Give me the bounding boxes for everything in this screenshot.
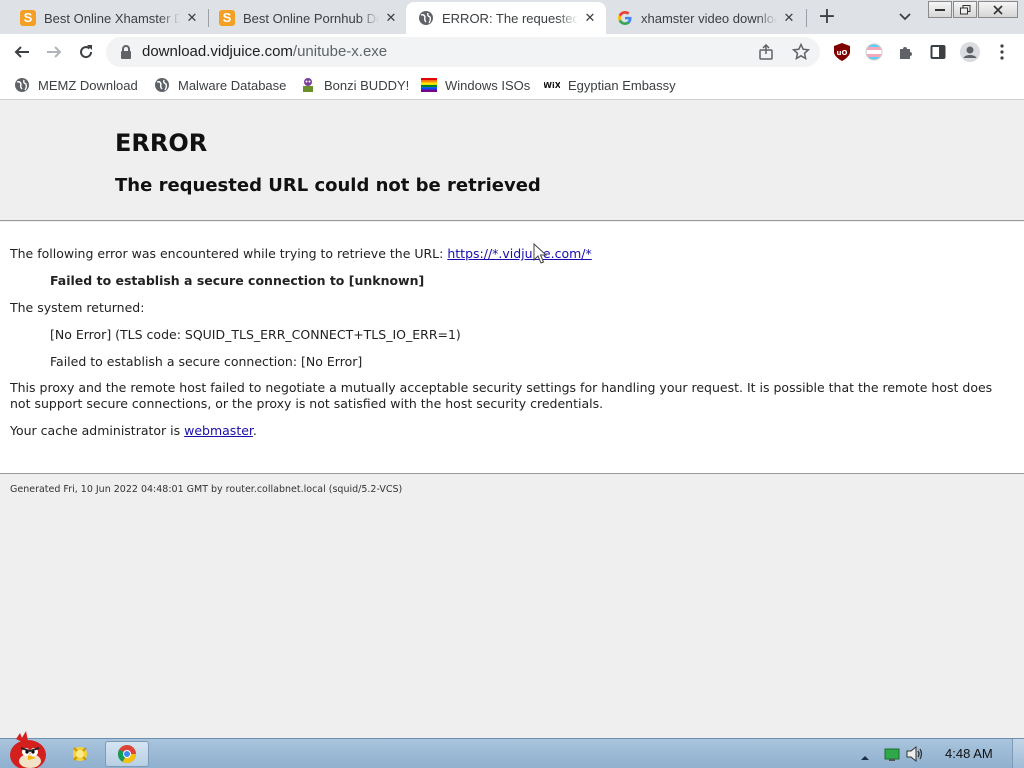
- bookmark-windows-isos[interactable]: Windows ISOs: [421, 76, 530, 94]
- new-tab-button[interactable]: +: [815, 6, 839, 30]
- bonzi-taskbar-icon: [73, 747, 87, 761]
- chrome-icon: [117, 745, 136, 764]
- globe-icon: [154, 77, 170, 93]
- rainbow-flag-icon: [421, 77, 437, 93]
- error-explanation: This proxy and the remote host failed to…: [10, 380, 993, 411]
- taskbar-bonzi-app[interactable]: [58, 741, 102, 767]
- bookmarks-bar: MEMZ Download Malware Database Bonzi BUD…: [0, 70, 1024, 100]
- tab-xhamster-downloader[interactable]: S Best Online Xhamster Do ✕: [8, 2, 208, 34]
- wix-icon: WiX: [544, 77, 560, 93]
- taskbar-chrome[interactable]: [105, 741, 149, 767]
- bookmark-label: Malware Database: [178, 77, 287, 93]
- webmaster-link[interactable]: webmaster: [184, 423, 253, 438]
- close-window-button[interactable]: [978, 1, 1018, 18]
- error-subtitle: The requested URL could not be retrieved: [115, 175, 541, 196]
- bookmark-label: Windows ISOs: [445, 77, 531, 93]
- globe-icon: [14, 77, 30, 93]
- error-footer: Generated Fri, 10 Jun 2022 04:48:01 GMT …: [10, 484, 403, 495]
- globe-icon: [418, 10, 434, 26]
- extensions-puzzle-icon[interactable]: [894, 40, 918, 64]
- google-icon: [617, 10, 633, 26]
- forward-icon[interactable]: [42, 40, 66, 64]
- browser-toolbar: download.vidjuice.com/unitube-x.exe uO: [0, 34, 1024, 70]
- bookmark-memz-download[interactable]: MEMZ Download: [14, 76, 138, 94]
- mouse-cursor-icon: [533, 243, 547, 264]
- back-icon[interactable]: [10, 40, 34, 64]
- menu-kebab-icon[interactable]: [990, 40, 1014, 64]
- url-path: /unitube-x.exe: [292, 43, 388, 60]
- url-text: download.vidjuice.com/unitube-x.exe: [142, 43, 387, 60]
- minimize-button[interactable]: [928, 1, 952, 18]
- svg-text:WiX: WiX: [544, 81, 560, 90]
- cache-admin-suffix: .: [252, 423, 257, 438]
- bookmark-label: MEMZ Download: [38, 77, 138, 93]
- address-bar[interactable]: download.vidjuice.com/unitube-x.exe: [106, 37, 820, 67]
- tab-pornhub-downloader[interactable]: S Best Online Pornhub Dow ✕: [207, 2, 407, 34]
- tls-error-code: [No Error] (TLS code: SQUID_TLS_ERR_CONN…: [50, 327, 461, 342]
- lock-icon[interactable]: [118, 44, 134, 60]
- tab-title: Best Online Pornhub Dow: [243, 10, 379, 26]
- requested-url-link[interactable]: https://*.vidjuice.com/*: [447, 246, 591, 261]
- svg-text:uO: uO: [837, 49, 848, 57]
- tab-title: xhamster video downloade: [641, 10, 777, 26]
- close-icon[interactable]: ✕: [582, 10, 598, 26]
- bonzi-icon: [300, 77, 316, 93]
- secure-connection-failed: Failed to establish a secure connection:…: [50, 354, 363, 369]
- angry-bird-start-icon[interactable]: [4, 729, 50, 768]
- show-desktop-button[interactable]: [1012, 739, 1024, 768]
- side-panel-icon[interactable]: [926, 40, 950, 64]
- tab-google-search[interactable]: xhamster video downloade ✕: [605, 2, 805, 34]
- show-hidden-icons-icon[interactable]: [860, 748, 870, 767]
- error-header: ERROR The requested URL could not be ret…: [0, 101, 1024, 221]
- taskbar-clock[interactable]: 4:48 AM: [945, 746, 993, 761]
- error-intro-text: The following error was encountered whil…: [10, 246, 448, 261]
- maximize-button[interactable]: [953, 1, 977, 18]
- tab-search-icon[interactable]: [894, 6, 916, 28]
- tab-error-page[interactable]: ERROR: The requested URL ✕: [406, 2, 606, 34]
- system-returned-label: The system returned:: [10, 300, 145, 315]
- bookmark-label: Bonzi BUDDY!: [324, 77, 410, 93]
- bookmark-malware-database[interactable]: Malware Database: [154, 76, 286, 94]
- taskbar: 4:48 AM: [0, 731, 1024, 768]
- share-icon[interactable]: [758, 43, 774, 64]
- error-title: ERROR: [115, 129, 208, 157]
- tab-title: ERROR: The requested URL: [442, 10, 578, 26]
- reload-icon[interactable]: [74, 40, 98, 64]
- error-failure-message: Failed to establish a secure connection …: [50, 273, 425, 288]
- tab-separator: [806, 9, 807, 27]
- close-icon[interactable]: ✕: [383, 10, 399, 26]
- error-page: ERROR The requested URL could not be ret…: [0, 101, 1024, 738]
- cache-admin-line: Your cache administrator is webmaster.: [10, 423, 257, 438]
- bookmark-egyptian-embassy[interactable]: WiX Egyptian Embassy: [544, 76, 676, 94]
- close-icon[interactable]: ✕: [781, 10, 797, 26]
- bookmark-label: Egyptian Embassy: [568, 77, 676, 93]
- bookmark-star-icon[interactable]: [791, 42, 811, 65]
- cache-admin-text: Your cache administrator is: [10, 423, 185, 438]
- tab-strip: S Best Online Xhamster Do ✕ S Best Onlin…: [0, 0, 1024, 34]
- bookmark-bonzi-buddy[interactable]: Bonzi BUDDY!: [300, 76, 409, 94]
- s-icon: S: [20, 10, 36, 26]
- url-domain: download.vidjuice.com: [142, 43, 293, 60]
- error-intro: The following error was encountered whil…: [10, 246, 592, 261]
- tab-title: Best Online Xhamster Do: [44, 10, 180, 26]
- network-icon[interactable]: [884, 747, 900, 766]
- volume-icon[interactable]: [906, 745, 924, 766]
- ublock-icon[interactable]: uO: [830, 40, 854, 64]
- error-body: The following error was encountered whil…: [0, 222, 1024, 474]
- profile-avatar-icon[interactable]: [958, 40, 982, 64]
- s-icon: S: [219, 10, 235, 26]
- trans-flag-extension-icon[interactable]: [862, 40, 886, 64]
- close-icon[interactable]: ✕: [184, 10, 200, 26]
